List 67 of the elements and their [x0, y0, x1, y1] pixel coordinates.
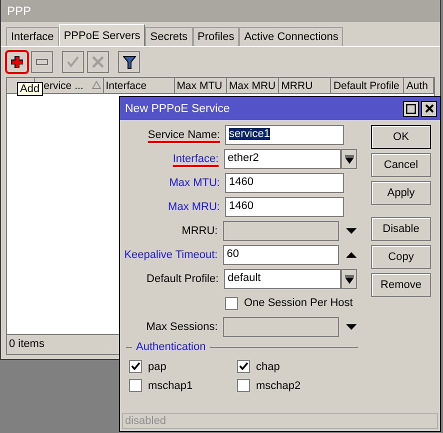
input-field[interactable]: 1460: [225, 173, 344, 193]
filter-icon: [122, 56, 136, 68]
column-header[interactable]: Interface: [104, 78, 175, 94]
dropdown-arrow-icon: [344, 154, 354, 164]
tab[interactable]: Profiles: [192, 27, 240, 46]
close-button[interactable]: [421, 100, 437, 116]
dropdown-button[interactable]: [341, 149, 357, 169]
dropdown-button[interactable]: [341, 269, 357, 289]
column-header[interactable]: MRRU: [279, 78, 332, 94]
dialog-button[interactable]: Apply: [371, 181, 431, 205]
filter-button[interactable]: [118, 51, 140, 73]
dialog-button[interactable]: Remove: [371, 273, 431, 297]
tooltip: Add: [17, 82, 43, 96]
check-icon: [67, 56, 79, 68]
checkbox-label: pap: [148, 360, 166, 372]
input-field[interactable]: 60: [222, 245, 340, 265]
expand-arrow-icon[interactable]: [346, 228, 357, 234]
field-label: Max MTU:: [168, 177, 220, 189]
field-label: MRRU:: [180, 225, 218, 237]
checkbox-label: One Session Per Host: [244, 297, 353, 309]
sort-arrow-icon: [92, 81, 101, 89]
field-label: Max Sessions:: [145, 321, 218, 333]
dialog-button[interactable]: Disable: [371, 217, 431, 241]
input-field[interactable]: ether2: [224, 149, 342, 169]
checkbox[interactable]: [237, 379, 250, 392]
minus-icon: [36, 59, 48, 65]
checkbox[interactable]: [129, 360, 142, 373]
plus-icon: [11, 56, 23, 68]
tab[interactable]: Interface: [6, 27, 59, 46]
tab[interactable]: Secrets: [145, 27, 193, 46]
checkbox-label: mschap1: [148, 380, 193, 392]
checkbox-label: chap: [256, 360, 280, 372]
section-title: Authentication: [136, 341, 206, 353]
checkbox-label: mschap2: [256, 380, 301, 392]
add-button[interactable]: [6, 51, 28, 73]
column-header[interactable]: Max MTU: [174, 78, 227, 94]
dialog-button[interactable]: Copy: [371, 245, 431, 269]
collapse-arrow-icon[interactable]: [346, 252, 357, 258]
field-label: Default Profile:: [146, 273, 219, 285]
input-field[interactable]: [222, 221, 340, 241]
maximize-icon: [406, 104, 416, 114]
dropdown-arrow-icon: [344, 274, 354, 284]
status-bar: disabled: [122, 413, 438, 429]
window-title: PPP: [1, 0, 440, 22]
field-label: Max MRU:: [167, 201, 220, 213]
dialog-button[interactable]: Cancel: [371, 153, 431, 177]
input-field[interactable]: default: [224, 269, 342, 289]
cross-icon: [92, 56, 104, 68]
field-label: Keepalive Timeout:: [123, 249, 218, 261]
column-header[interactable]: Max MRU: [226, 78, 280, 94]
close-icon: [424, 104, 434, 113]
maximize-button[interactable]: [403, 100, 419, 116]
field-label: Service Name:: [146, 129, 220, 141]
tab[interactable]: Active Connections: [239, 27, 344, 46]
input-field[interactable]: service1: [225, 125, 344, 145]
input-field[interactable]: 1460: [225, 197, 344, 217]
tab[interactable]: PPPoE Servers: [58, 24, 146, 46]
dialog-title: New PPPoE Service: [125, 102, 230, 114]
dialog-button[interactable]: OK: [371, 125, 431, 149]
checkbox[interactable]: [237, 360, 250, 373]
column-header[interactable]: Auth: [404, 78, 434, 94]
column-header[interactable]: Default Profile: [331, 78, 404, 94]
expand-arrow-icon[interactable]: [346, 324, 357, 330]
checkbox[interactable]: [129, 379, 142, 392]
checkbox[interactable]: [225, 296, 238, 310]
field-label: Interface:: [172, 153, 219, 165]
input-field[interactable]: [222, 317, 340, 337]
